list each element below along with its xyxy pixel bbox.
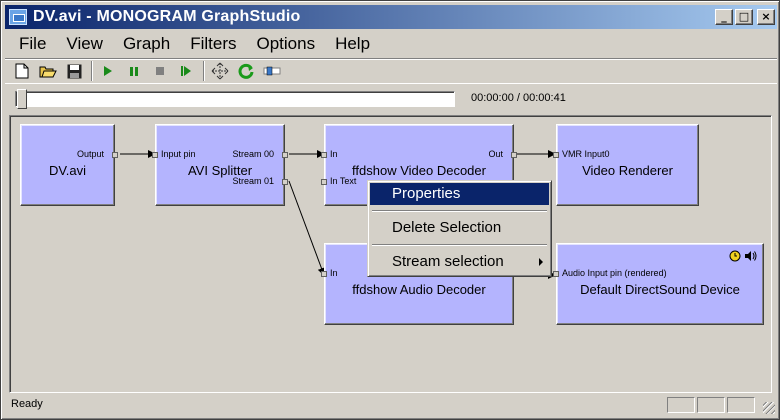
caption-buttons: _ □ ×	[715, 9, 775, 25]
out-pin[interactable]	[511, 152, 517, 158]
app-window: DV.avi - MONOGRAM GraphStudio _ □ × File…	[0, 0, 780, 420]
seek-tool-icon[interactable]	[261, 60, 283, 82]
stream00-pin[interactable]	[282, 152, 288, 158]
clock-icon	[729, 250, 741, 262]
filter-avi-splitter[interactable]: Input pin Stream 00 AVI Splitter Stream …	[152, 124, 288, 206]
context-menu-separator	[372, 244, 547, 246]
vmr-input-pin[interactable]	[553, 152, 559, 158]
audio-input-pin[interactable]	[553, 271, 559, 277]
filter-default-directsound-device[interactable]: Audio Input pin (rendered) Default Direc…	[553, 243, 764, 325]
connection-splitter-to-audio-decoder[interactable]	[288, 180, 326, 276]
pin-label-input: Input pin	[161, 149, 196, 159]
title-bar[interactable]: DV.avi - MONOGRAM GraphStudio _ □ ×	[5, 5, 777, 29]
context-menu-properties[interactable]: Properties	[370, 183, 549, 205]
status-bar: Ready	[5, 396, 777, 416]
pin-label-in: In	[330, 149, 338, 159]
menu-graph[interactable]: Graph	[123, 34, 170, 54]
new-document-icon[interactable]	[11, 60, 33, 82]
stream-selection-label: Stream selection	[392, 253, 504, 270]
toolbar-separator	[91, 61, 93, 81]
stream01-pin[interactable]	[282, 179, 288, 185]
filter-name: Video Renderer	[582, 163, 673, 178]
play-icon[interactable]	[97, 60, 119, 82]
menu-filters[interactable]: Filters	[190, 34, 236, 54]
speaker-icon	[745, 251, 757, 261]
filter-name: Default DirectSound Device	[580, 282, 740, 297]
filter-name: ffdshow Audio Decoder	[352, 282, 486, 297]
context-menu: Properties Delete Selection Stream selec…	[367, 180, 552, 277]
menu-view[interactable]: View	[66, 34, 103, 54]
seek-row: 00:00:00 / 00:00:41	[5, 87, 777, 111]
time-readout: 00:00:00 / 00:00:41	[471, 92, 566, 104]
status-panel	[697, 397, 725, 413]
in-pin[interactable]	[321, 152, 327, 158]
step-frame-icon[interactable]	[175, 60, 197, 82]
pin-label-stream00: Stream 00	[232, 149, 274, 159]
input-pin[interactable]	[152, 152, 158, 158]
in-text-pin[interactable]	[321, 179, 327, 185]
window-title: DV.avi - MONOGRAM GraphStudio	[33, 8, 301, 25]
stop-icon[interactable]	[149, 60, 171, 82]
filter-name: DV.avi	[48, 163, 87, 178]
resize-grip-icon[interactable]	[763, 402, 775, 414]
context-menu-separator	[372, 210, 547, 212]
pin-label-audio-input: Audio Input pin (rendered)	[562, 268, 667, 278]
status-text: Ready	[11, 398, 43, 410]
toolbar-separator	[203, 61, 205, 81]
menu-help[interactable]: Help	[335, 34, 370, 54]
context-menu-stream-selection[interactable]: Stream selection	[370, 251, 549, 273]
in-pin[interactable]	[321, 271, 327, 277]
pin-label-output: Output	[76, 149, 104, 159]
context-menu-delete-selection[interactable]: Delete Selection	[370, 217, 549, 239]
refresh-layout-icon[interactable]	[209, 60, 231, 82]
menu-file[interactable]: File	[19, 34, 46, 54]
menu-bar: File View Graph Filters Options Help	[5, 32, 376, 56]
status-panel	[727, 397, 755, 413]
pin-label-stream01: Stream 01	[232, 176, 274, 186]
filter-dv-avi[interactable]: Output DV.avi	[20, 124, 118, 206]
pause-icon[interactable]	[123, 60, 145, 82]
pin-label-in: In	[330, 268, 338, 278]
maximize-button[interactable]: □	[735, 9, 753, 25]
seek-slider-thumb[interactable]	[17, 89, 27, 109]
toolbar	[5, 58, 777, 84]
submenu-arrow-icon	[539, 258, 543, 266]
open-folder-icon[interactable]	[37, 60, 59, 82]
pin-label-out: Out	[488, 149, 503, 159]
close-button[interactable]: ×	[757, 9, 775, 25]
reload-graph-icon[interactable]	[235, 60, 257, 82]
filter-video-renderer[interactable]: VMR Input0 Video Renderer	[553, 124, 699, 206]
graphstudio-app-icon[interactable]	[9, 9, 27, 25]
minimize-button[interactable]: _	[715, 9, 733, 25]
output-pin[interactable]	[112, 152, 118, 158]
pin-label-in-text: In Text	[330, 176, 357, 186]
pin-label-vmr-input: VMR Input0	[562, 149, 610, 159]
menu-options[interactable]: Options	[256, 34, 315, 54]
seek-slider-track[interactable]	[15, 91, 455, 107]
status-panel	[667, 397, 695, 413]
save-disk-icon[interactable]	[63, 60, 85, 82]
